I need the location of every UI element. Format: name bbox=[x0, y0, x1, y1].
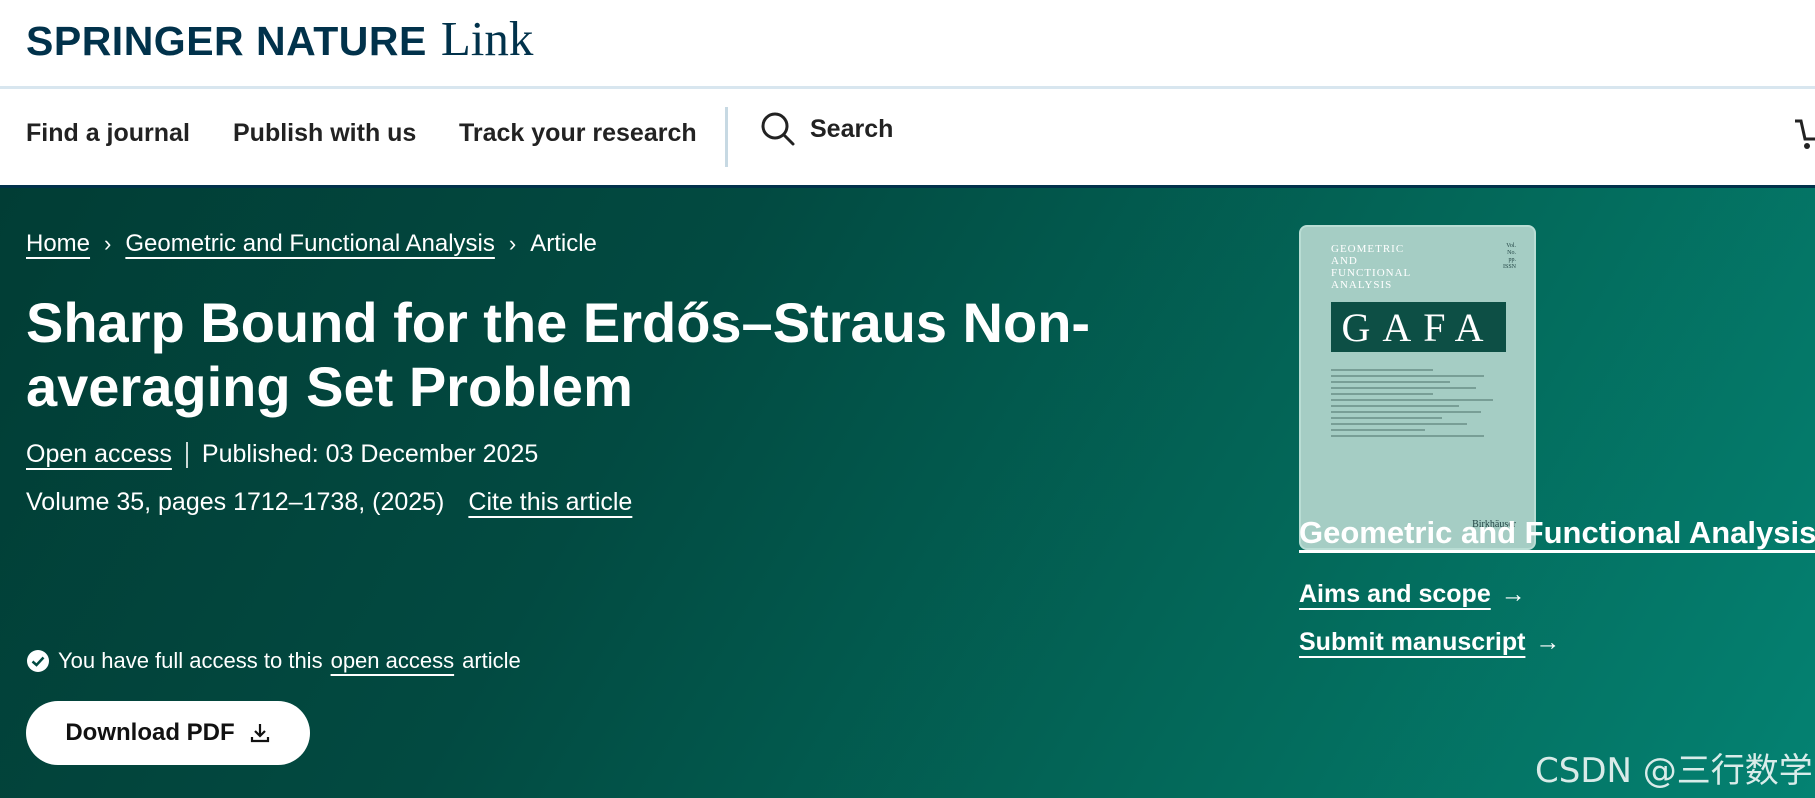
chevron-right-icon: › bbox=[508, 231, 517, 256]
brand-product: Link bbox=[440, 11, 534, 66]
cover-title: GEOMETRIC AND FUNCTIONAL ANALYSIS bbox=[1331, 243, 1412, 291]
main-nav: Find a journal Publish with us Track you… bbox=[0, 89, 1815, 188]
brand-bar: SPRINGER NATURE Link bbox=[0, 0, 1815, 89]
search-button[interactable]: Search bbox=[760, 111, 893, 147]
cover-volume-info: Vol. No. pp. ISSN bbox=[1502, 243, 1516, 270]
breadcrumb-home[interactable]: Home bbox=[26, 230, 90, 258]
open-access-link[interactable]: Open access bbox=[26, 440, 172, 469]
watermark: CSDN @三行数学 bbox=[1535, 751, 1813, 791]
access-suffix: article bbox=[462, 648, 521, 673]
download-icon bbox=[250, 724, 269, 743]
access-open-access-link[interactable]: open access bbox=[331, 648, 455, 674]
journal-cover[interactable]: GEOMETRIC AND FUNCTIONAL ANALYSIS Vol. No… bbox=[1299, 225, 1536, 550]
download-pdf-label: Download PDF bbox=[65, 719, 235, 746]
article-volume-row: Volume 35, pages 1712–1738, (2025) Cite … bbox=[26, 488, 632, 517]
nav-track-research[interactable]: Track your research bbox=[459, 119, 697, 148]
submit-manuscript-link[interactable]: Submit manuscript → bbox=[1299, 628, 1560, 657]
cover-abbrev: GAFA bbox=[1331, 302, 1506, 352]
meta-separator bbox=[185, 441, 188, 468]
aims-scope-link[interactable]: Aims and scope → bbox=[1299, 580, 1526, 609]
search-label: Search bbox=[810, 114, 894, 143]
check-circle-icon bbox=[27, 650, 49, 672]
nav-divider bbox=[725, 107, 728, 167]
breadcrumb-current: Article bbox=[530, 230, 597, 257]
breadcrumb: Home › Geometric and Functional Analysis… bbox=[26, 230, 597, 258]
arrow-right-icon: → bbox=[1500, 580, 1526, 608]
arrow-right-icon: → bbox=[1535, 628, 1561, 656]
article-meta: Open access Published: 03 December 2025 bbox=[26, 440, 538, 469]
access-prefix: You have full access to this bbox=[58, 648, 323, 673]
nav-publish[interactable]: Publish with us bbox=[233, 119, 416, 148]
cite-article-link[interactable]: Cite this article bbox=[468, 488, 632, 517]
volume-info: Volume 35, pages 1712–1738, (2025) bbox=[26, 488, 445, 516]
breadcrumb-journal[interactable]: Geometric and Functional Analysis bbox=[125, 230, 495, 258]
cart-icon[interactable] bbox=[1795, 117, 1815, 156]
search-icon bbox=[761, 112, 795, 146]
download-pdf-button[interactable]: Download PDF bbox=[26, 701, 310, 765]
site-logo[interactable]: SPRINGER NATURE Link bbox=[26, 10, 533, 67]
brand-name: SPRINGER NATURE bbox=[26, 18, 427, 64]
article-title: Sharp Bound for the Erdős–Straus Non-ave… bbox=[26, 291, 1091, 418]
journal-title-link[interactable]: Geometric and Functional Analysis bbox=[1299, 515, 1815, 551]
cover-contents bbox=[1331, 365, 1501, 441]
article-hero: Home › Geometric and Functional Analysis… bbox=[0, 188, 1815, 798]
nav-find-journal[interactable]: Find a journal bbox=[26, 119, 190, 148]
access-notice: You have full access to this open access… bbox=[26, 648, 521, 674]
published-date: Published: 03 December 2025 bbox=[201, 440, 539, 468]
chevron-right-icon: › bbox=[104, 231, 112, 256]
